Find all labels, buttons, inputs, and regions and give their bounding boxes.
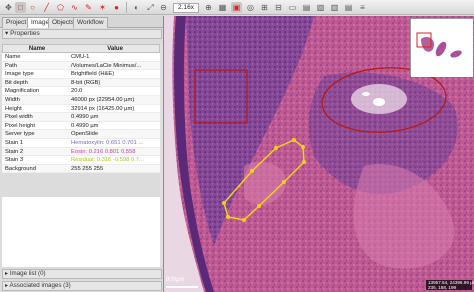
property-value: Eosin: 0.216 0.801 0.558 bbox=[71, 148, 136, 155]
property-name: Stain 1 bbox=[5, 139, 24, 146]
move-tool-icon[interactable]: ✥ bbox=[3, 2, 14, 13]
properties-section-header[interactable]: ▾ Properties bbox=[2, 29, 162, 39]
rectangle-tool-icon[interactable]: □ bbox=[15, 2, 26, 13]
property-value: CMU-1 bbox=[71, 54, 90, 60]
property-value: 20.0 bbox=[71, 88, 83, 95]
property-value: 0.4990 µm bbox=[71, 122, 99, 129]
tab-project[interactable]: Project bbox=[2, 17, 31, 28]
property-name: Name bbox=[5, 54, 21, 60]
scale-bar bbox=[166, 286, 198, 288]
table-row[interactable]: Width 46000 px (22954.00 µm) bbox=[2, 95, 160, 105]
property-value: 8-bit (RGB) bbox=[71, 79, 101, 86]
sidebar-tabs: Project Image Objects Workflow bbox=[0, 16, 164, 28]
table-row[interactable]: Pixel width 0.4990 µm bbox=[2, 113, 160, 122]
fill-detections-icon[interactable]: ⊞ bbox=[259, 2, 270, 13]
image-list-label: Image list (0) bbox=[9, 270, 46, 277]
column-header-value[interactable]: Value bbox=[68, 45, 159, 52]
brightness-contrast-icon[interactable]: ◐ bbox=[131, 2, 142, 13]
show-detections-icon[interactable]: ◎ bbox=[245, 2, 256, 13]
show-annotations-icon[interactable]: ▦ bbox=[217, 2, 228, 13]
table-icon[interactable]: ▤ bbox=[343, 2, 354, 13]
property-name: Height bbox=[5, 105, 22, 112]
table-row[interactable]: Magnification 20.0 bbox=[2, 87, 160, 96]
zoom-field[interactable]: 2.16x bbox=[173, 3, 199, 13]
property-name: Background bbox=[5, 165, 36, 172]
slide-viewer[interactable]: 800µm 13957.54, 24396.99 µm 235, 188, 19… bbox=[164, 16, 474, 292]
property-value: 32914 px (16425.00 µm) bbox=[71, 105, 135, 112]
property-name: Image type bbox=[5, 71, 34, 78]
property-value: Hematoxylin: 0.651 0.701 ... bbox=[71, 139, 144, 146]
column-header-name[interactable]: Name bbox=[3, 45, 68, 52]
property-value: Brightfield (H&E) bbox=[71, 71, 115, 78]
property-name: Pixel height bbox=[5, 122, 35, 129]
wand-tool-icon[interactable]: ✶ bbox=[97, 2, 108, 13]
toolbar-separator bbox=[126, 2, 127, 13]
property-value: OpenSlide bbox=[71, 131, 99, 138]
counting-grid-icon[interactable]: ▤ bbox=[301, 2, 312, 13]
pixel-classifier-icon[interactable]: ▧ bbox=[315, 2, 326, 13]
table-row[interactable]: Pixel height 0.4990 µm bbox=[2, 121, 160, 131]
overview-icon[interactable]: ▭ bbox=[287, 2, 298, 13]
polyline-tool-icon[interactable]: ∿ bbox=[69, 2, 80, 13]
zoom-in-icon[interactable]: ⊕ bbox=[203, 2, 214, 13]
line-tool-icon[interactable]: ╱ bbox=[41, 2, 52, 13]
property-name: Server type bbox=[5, 131, 35, 138]
property-value: 0.4990 µm bbox=[71, 114, 99, 121]
table-row[interactable]: Stain 3 Residual: 0.316 -0.598 0.7... bbox=[2, 156, 160, 165]
property-value: 46000 px (22954.00 µm) bbox=[71, 96, 135, 103]
table-row[interactable]: Name CMU-1 bbox=[2, 53, 160, 62]
cursor-coordinates: 13957.54, 24396.99 µm 235, 188, 199 bbox=[426, 280, 474, 290]
properties-table: Name Value Name CMU-1 Path/Volumes/LaCie M… bbox=[2, 44, 160, 174]
table-row[interactable]: Background 255 255 255 bbox=[2, 164, 160, 174]
table-row[interactable]: Image type Brightfield (H&E) bbox=[2, 70, 160, 79]
table-header: Name Value bbox=[2, 44, 160, 53]
fill-annotations-icon[interactable]: ▣ bbox=[231, 2, 242, 13]
property-name: Bit depth bbox=[5, 79, 28, 86]
table-row[interactable]: Server type OpenSlide bbox=[2, 130, 160, 139]
property-name: Pixel width bbox=[5, 114, 33, 121]
property-value: Residual: 0.316 -0.598 0.7... bbox=[71, 157, 144, 164]
ellipse-tool-icon[interactable]: ○ bbox=[27, 2, 38, 13]
table-row[interactable]: Bit depth 8-bit (RGB) bbox=[2, 78, 160, 88]
tab-workflow[interactable]: Workflow bbox=[73, 17, 108, 28]
main-toolbar: ✥ □ ○ ╱ ⬠ ∿ ✎ ✶ ● ◐ ⤢ ⊖ 2.16x ⊕ ▦ ▣ ◎ ⊞ … bbox=[0, 0, 474, 15]
table-row[interactable]: Path/Volumes/LaCie Minimus/... bbox=[2, 61, 160, 71]
property-name: Stain 2 bbox=[5, 148, 24, 155]
overview-thumbnail[interactable] bbox=[410, 18, 473, 77]
associated-images-section-header[interactable]: ▸ Associated images (3) bbox=[2, 281, 162, 291]
property-name: Stain 3 bbox=[5, 157, 24, 164]
brush-tool-icon[interactable]: ✎ bbox=[83, 2, 94, 13]
image-list-section-header[interactable]: ▸ Image list (0) bbox=[2, 269, 162, 279]
table-row[interactable]: Stain 1 Hematoxylin: 0.651 0.701 ... bbox=[2, 138, 160, 148]
scale-bar-label: 800µm bbox=[166, 277, 185, 283]
properties-title: Properties bbox=[10, 30, 40, 37]
associated-images-label: Associated images (3) bbox=[9, 282, 71, 289]
grid-icon[interactable]: ⊟ bbox=[273, 2, 284, 13]
polygon-tool-icon[interactable]: ⬠ bbox=[55, 2, 66, 13]
zoom-out-icon[interactable]: ⊖ bbox=[158, 2, 169, 13]
property-name: Magnification bbox=[5, 88, 40, 95]
measurement-icon[interactable]: ▥ bbox=[329, 2, 340, 13]
point-tool-icon[interactable]: ● bbox=[111, 2, 122, 13]
property-name: Width bbox=[5, 96, 20, 103]
property-name: Path bbox=[5, 62, 17, 69]
table-row[interactable]: Height 32914 px (16425.00 µm) bbox=[2, 104, 160, 114]
zoom-to-fit-icon[interactable]: ⤢ bbox=[145, 2, 156, 13]
property-value: 255 255 255 bbox=[71, 165, 104, 172]
properties-empty-area bbox=[2, 197, 160, 267]
property-value: /Volumes/LaCie Minimus/... bbox=[71, 62, 142, 69]
log-icon[interactable]: ≡ bbox=[357, 2, 368, 13]
table-row[interactable]: Stain 2 Eosin: 0.216 0.801 0.558 bbox=[2, 147, 160, 157]
